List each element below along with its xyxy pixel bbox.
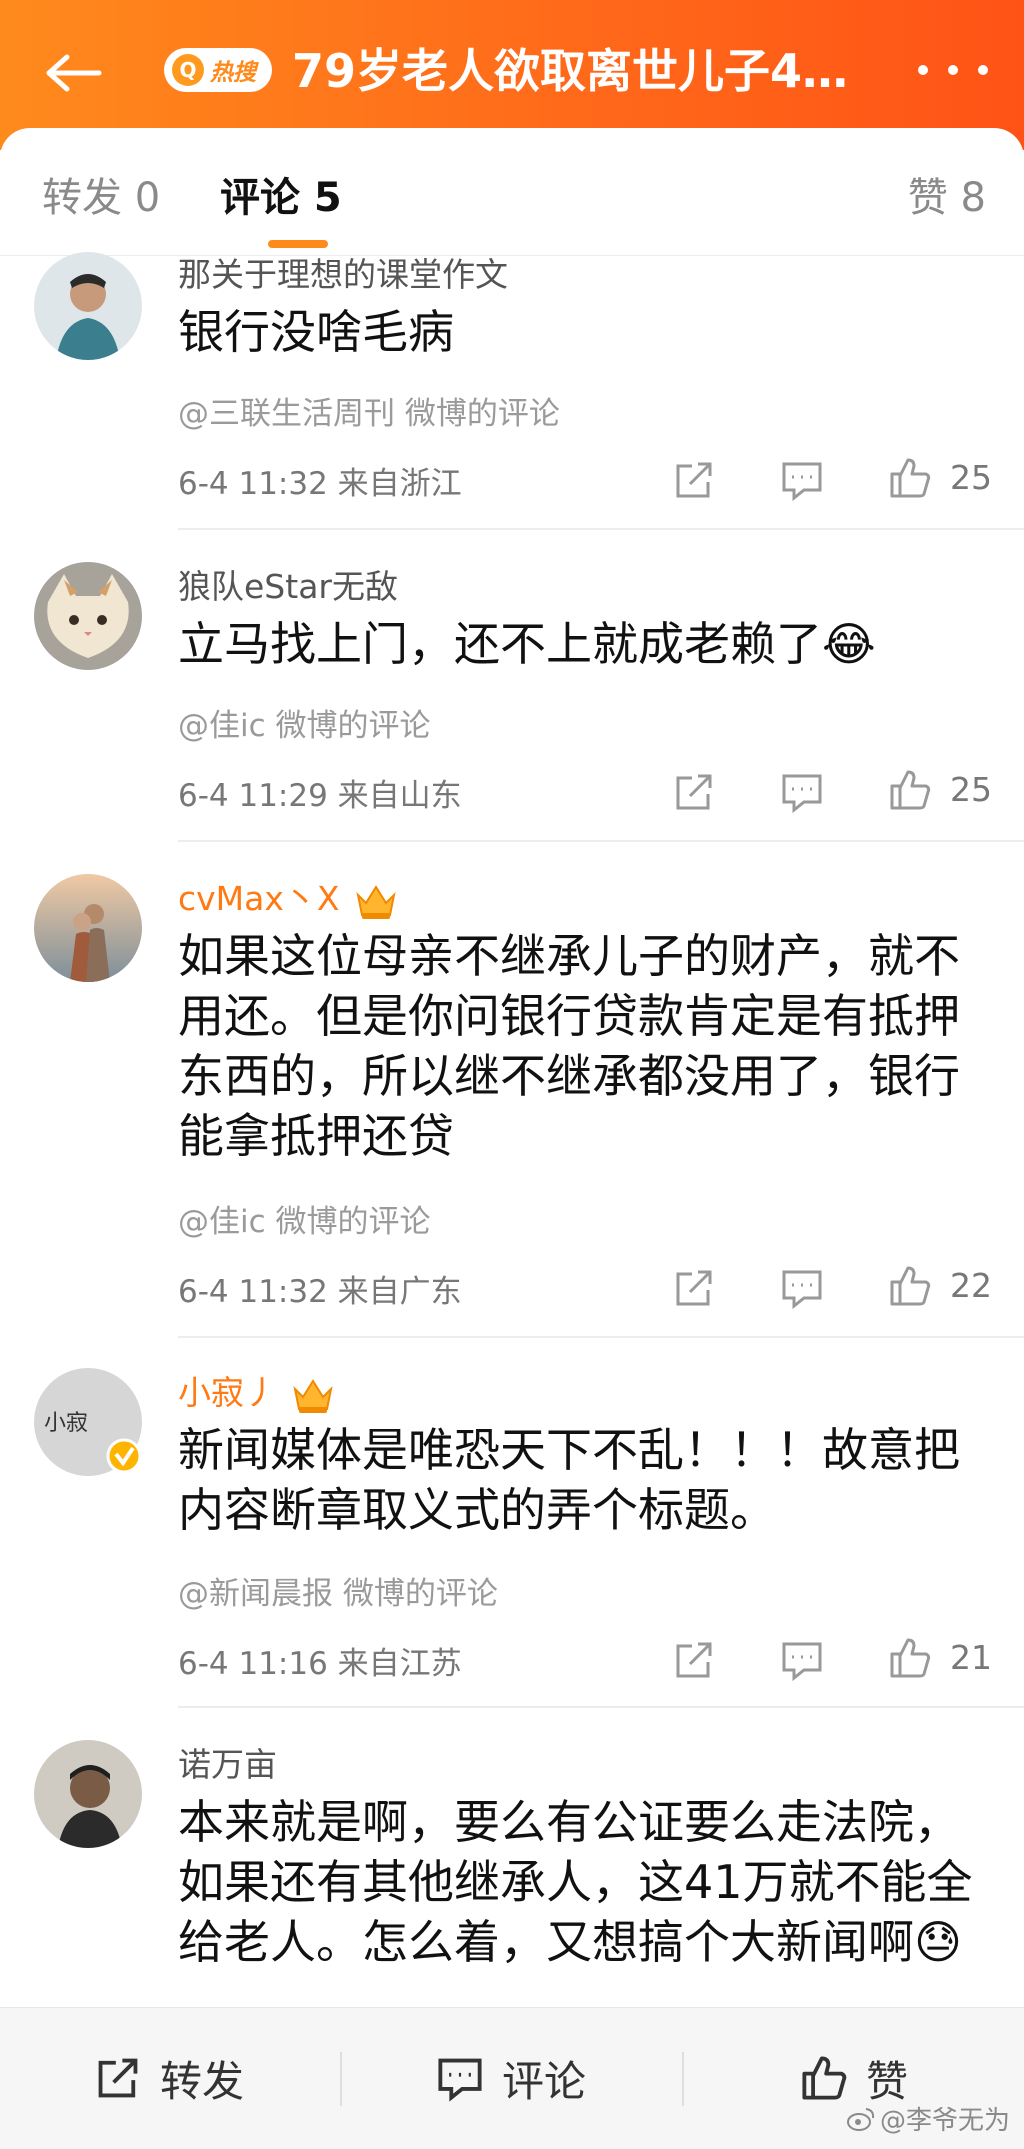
comment-source[interactable]: @三联生活周刊 微博的评论	[178, 388, 560, 433]
hot-search-badge: Q 热搜	[164, 48, 272, 92]
comment-username[interactable]: 小寂丿	[178, 1366, 335, 1415]
watermark-text: @李爷无为	[879, 2106, 1010, 2136]
more-dot-icon	[948, 65, 958, 75]
comment-time-location: 6-4 11:32 来自广东	[178, 1274, 462, 1310]
flame-icon: Q	[172, 54, 204, 86]
comment-text: 立马找上门，还不上就成老赖了😂	[178, 617, 876, 671]
comment-divider	[178, 528, 1024, 530]
more-dot-icon	[978, 65, 988, 75]
comment-source[interactable]: @佳ic 微博的评论	[178, 700, 431, 745]
like-count: 25	[950, 770, 992, 809]
tab-repost[interactable]: 转发 0	[42, 170, 160, 226]
thumbs-up-icon	[802, 2056, 847, 2100]
comment-text: 银行没啥毛病	[178, 305, 454, 359]
thumbs-up-icon[interactable]	[888, 456, 932, 500]
like-count: 25	[950, 458, 992, 497]
thumbs-up-icon[interactable]	[888, 1264, 932, 1308]
repost-label: 转发	[160, 2056, 245, 2106]
page-title: 79岁老人欲取离世儿子41万存款被拒	[292, 44, 872, 98]
repost-button[interactable]: 转发	[94, 2048, 244, 2108]
comment-divider	[178, 840, 1024, 842]
share-icon[interactable]	[672, 458, 716, 502]
comment-text: 本来就是啊，要么有公证要么走法院，如果还有其他继承人，这41万就不能全给老人。怎…	[178, 1795, 973, 1969]
comment-username[interactable]: 诺万亩	[178, 1738, 277, 1786]
bottom-bar-separator	[340, 2052, 342, 2106]
more-options-button[interactable]	[918, 50, 988, 90]
comment-button[interactable]: 评论	[436, 2048, 586, 2108]
comment-label: 评论	[502, 2056, 587, 2106]
comment-username[interactable]: 那关于理想的课堂作文	[178, 248, 508, 296]
avatar-logo-text: 小寂	[44, 1411, 88, 1436]
tab-comment[interactable]: 评论 5	[220, 170, 342, 226]
share-icon[interactable]	[672, 770, 716, 814]
share-icon[interactable]	[672, 1638, 716, 1682]
hot-badge-label: 热搜	[210, 59, 256, 85]
like-button[interactable]: 赞	[800, 2048, 908, 2108]
like-count: 22	[950, 1266, 992, 1305]
comment-time-location: 6-4 11:29 来自山东	[178, 778, 462, 814]
avatar[interactable]	[34, 562, 142, 670]
comment-divider	[178, 1706, 1024, 1708]
bottom-bar-separator	[682, 2052, 684, 2106]
verified-badge-icon	[106, 1438, 142, 1474]
avatar[interactable]	[34, 1740, 142, 1848]
username-text[interactable]: cvMax丶X	[178, 879, 340, 918]
watermark: @李爷无为	[846, 2100, 1010, 2137]
comment-username[interactable]: cvMax丶X	[178, 872, 398, 921]
avatar[interactable]	[34, 874, 142, 982]
comment-text: 如果这位母亲不继承儿子的财产，就不用还。但是你问银行贷款肯定是有抵押东西的，所以…	[178, 929, 960, 1163]
comment-username[interactable]: 狼队eStar无敌	[178, 560, 398, 608]
comment-time-location: 6-4 11:32 来自浙江	[178, 466, 462, 502]
comment-divider	[178, 1336, 1024, 1338]
back-button[interactable]	[38, 38, 108, 108]
comment-icon	[438, 2058, 482, 2102]
back-arrow-icon	[46, 54, 102, 92]
share-icon[interactable]	[672, 1266, 716, 1310]
comment-source[interactable]: @新闻晨报 微博的评论	[178, 1568, 498, 1613]
reply-icon[interactable]	[780, 770, 824, 814]
reply-icon[interactable]	[780, 458, 824, 502]
thumbs-up-icon[interactable]	[888, 768, 932, 812]
tab-bar: 转发 0 评论 5 赞 8	[0, 128, 1024, 256]
active-tab-indicator	[268, 240, 328, 248]
share-icon	[98, 2058, 138, 2098]
avatar[interactable]	[34, 252, 142, 360]
vip-crown-icon	[355, 884, 396, 919]
comment-source[interactable]: @佳ic 微博的评论	[178, 1196, 431, 1241]
reply-icon[interactable]	[780, 1638, 824, 1682]
comment-text: 新闻媒体是唯恐天下不乱！！！故意把内容断章取义式的弄个标题。	[178, 1423, 960, 1537]
more-dot-icon	[918, 65, 928, 75]
thumbs-up-icon[interactable]	[888, 1636, 932, 1680]
reply-icon[interactable]	[780, 1266, 824, 1310]
username-text[interactable]: 小寂丿	[178, 1373, 277, 1412]
comment-time-location: 6-4 11:16 来自江苏	[178, 1646, 462, 1682]
like-count: 21	[950, 1638, 992, 1677]
tab-like[interactable]: 赞 8	[908, 170, 986, 226]
weibo-logo-icon	[846, 2107, 875, 2131]
vip-crown-icon	[293, 1378, 333, 1413]
